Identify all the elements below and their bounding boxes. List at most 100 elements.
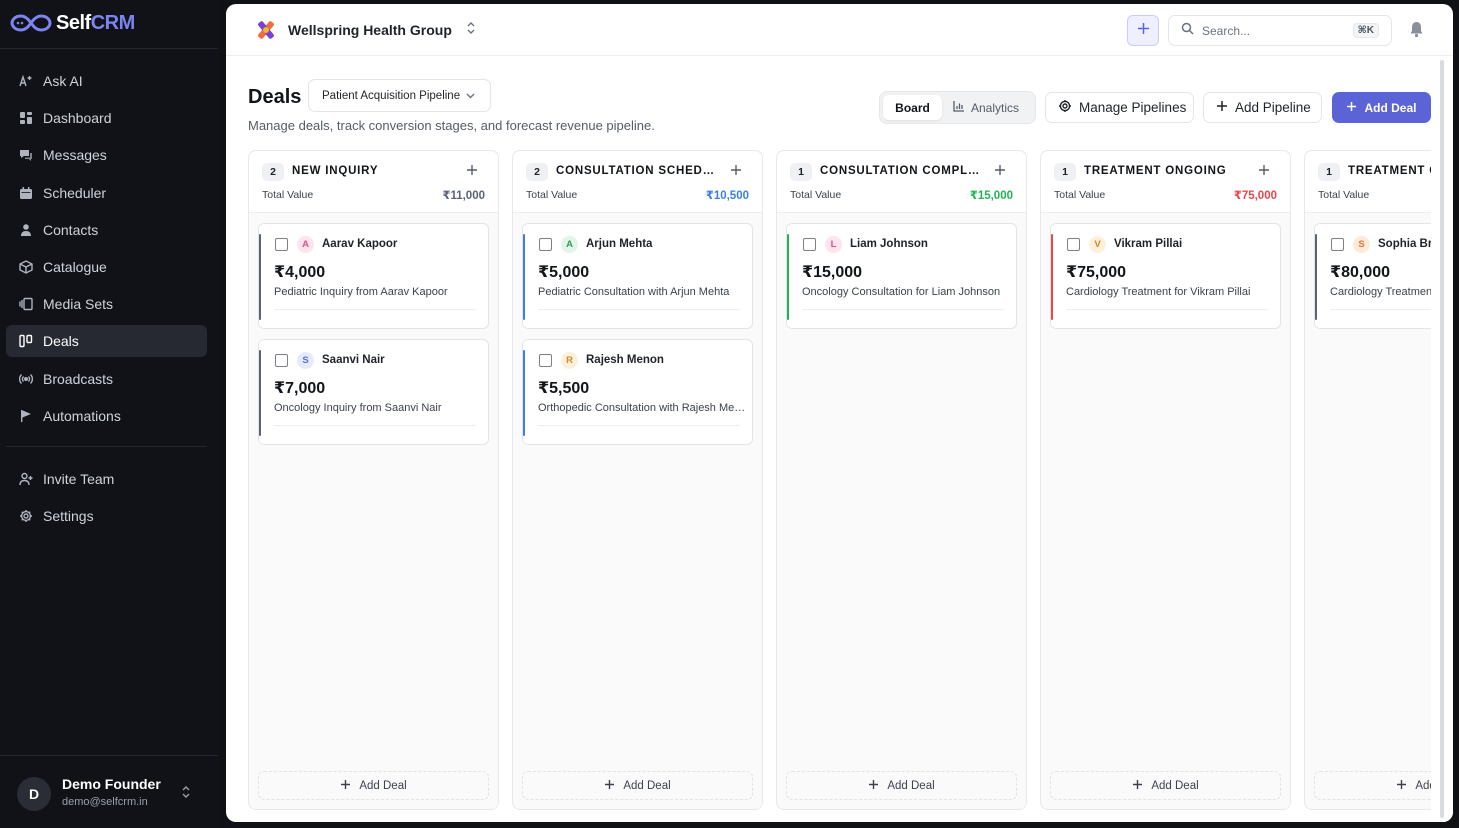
avatar: A [297, 236, 314, 253]
sidebar-item-media-sets[interactable]: Media Sets [6, 288, 207, 320]
column-header: 2 CONSULTATION SCHEDULED Total Value ₹10… [513, 151, 762, 213]
vertical-scrollbar[interactable] [1432, 56, 1453, 822]
add-deal-label: Add Deal [1151, 779, 1199, 792]
manage-pipelines-label: Manage Pipelines [1079, 100, 1187, 115]
quick-create-button[interactable] [1127, 15, 1159, 46]
sidebar-item-scheduler[interactable]: Scheduler [6, 177, 207, 209]
sidebar-item-catalogue[interactable]: Catalogue [6, 251, 207, 283]
sidebar-item-automations[interactable]: Automations [6, 400, 207, 432]
column-add-deal-button[interactable]: Add Deal [258, 771, 489, 800]
sidebar-item-messages[interactable]: Messages [6, 139, 207, 171]
avatar: R [561, 352, 578, 369]
deal-card[interactable]: L Liam Johnson ₹15,000 Oncology Consulta… [786, 223, 1017, 329]
sidebar-item-broadcasts[interactable]: Broadcasts [6, 363, 207, 395]
deal-amount: ₹75,000 [1066, 264, 1127, 281]
user-menu[interactable]: D Demo Founder demo@selfcrm.in [0, 755, 218, 828]
deal-card[interactable]: A Arjun Mehta ₹5,000 Pediatric Consultat… [522, 223, 753, 329]
manage-pipelines-button[interactable]: Manage Pipelines [1045, 92, 1194, 123]
stage-accent-bar [523, 234, 525, 320]
scrollbar-thumb[interactable] [1440, 60, 1444, 818]
sidebar-item-label: Dashboard [43, 110, 112, 127]
total-value: ₹10,500 [705, 190, 749, 202]
column-add-deal-button[interactable]: Add Deal [522, 771, 753, 800]
plus-icon [1132, 779, 1143, 793]
column-header: 1 CONSULTATION COMPLETED Total Value ₹15… [777, 151, 1026, 213]
plus-icon[interactable] [730, 163, 742, 181]
total-value: ₹75,000 [1233, 190, 1277, 202]
column-count-badge: 2 [526, 163, 548, 181]
total-value-label: Total Value [790, 189, 842, 201]
avatar: L [825, 236, 842, 253]
deal-checkbox[interactable] [275, 354, 288, 367]
brand-logo[interactable]: SelfCRM [10, 10, 135, 36]
deal-card[interactable]: V Vikram Pillai ₹75,000 Cardiology Treat… [1050, 223, 1281, 329]
sidebar-item-contacts[interactable]: Contacts [6, 214, 207, 246]
deal-card[interactable]: S Saanvi Nair ₹7,000 Oncology Inquiry fr… [258, 339, 489, 445]
deal-card[interactable]: A Aarav Kapoor ₹4,000 Pediatric Inquiry … [258, 223, 489, 329]
total-value-label: Total Value [1054, 189, 1106, 201]
deal-checkbox[interactable] [1331, 238, 1344, 251]
add-pipeline-label: Add Pipeline [1235, 100, 1311, 115]
gear-icon [1058, 99, 1072, 116]
search-input[interactable] [1202, 23, 1342, 38]
column-header: 1 TREATMENT ONGOING Total Value ₹75,000 [1041, 151, 1290, 213]
divider [274, 425, 476, 426]
org-logo-icon [258, 21, 274, 39]
deal-title: Pediatric Inquiry from Aarav Kapoor [274, 286, 448, 298]
deal-checkbox[interactable] [803, 238, 816, 251]
stage-accent-bar [259, 234, 261, 320]
sidebar-divider [6, 446, 207, 447]
plus-icon[interactable] [1258, 163, 1270, 181]
deal-title: Cardiology Treatment for Sophia Brown [1330, 286, 1431, 298]
sidebar-item-ask-ai[interactable]: Ask AI [6, 65, 207, 97]
kanban-board: 2 NEW INQUIRY Total Value ₹11,000 A Aara… [248, 150, 1431, 814]
divider [274, 309, 476, 310]
divider [802, 309, 1004, 310]
deal-checkbox[interactable] [539, 354, 552, 367]
deal-checkbox[interactable] [1067, 238, 1080, 251]
deal-card[interactable]: S Sophia Brown ₹80,000 Cardiology Treatm… [1314, 223, 1431, 329]
gallery-icon [18, 296, 34, 312]
sidebar-item-settings[interactable]: Settings [6, 500, 207, 532]
sidebar-item-label: Invite Team [43, 471, 115, 487]
org-switcher[interactable]: Wellspring Health Group [254, 18, 476, 42]
deal-card[interactable]: R Rajesh Menon ₹5,500 Orthopedic Consult… [522, 339, 753, 445]
avatar: S [297, 352, 314, 369]
pipeline-column: 2 NEW INQUIRY Total Value ₹11,000 A Aara… [248, 150, 499, 810]
column-count-badge: 2 [262, 163, 284, 181]
sidebar-item-dashboard[interactable]: Dashboard [6, 102, 207, 134]
total-value-label: Total Value [262, 189, 314, 201]
plus-icon[interactable] [466, 163, 478, 181]
package-box-icon [18, 259, 34, 275]
add-deal-button[interactable]: Add Deal [1332, 92, 1431, 123]
tab-board-label: Board [895, 100, 930, 115]
tab-board[interactable]: Board [883, 95, 942, 120]
page-title: Deals [248, 86, 302, 108]
contact-name: Aarav Kapoor [322, 238, 398, 250]
deal-amount: ₹80,000 [1330, 264, 1391, 281]
pipeline-select[interactable]: Patient Acquisition Pipeline [308, 79, 491, 112]
sidebar-item-deals[interactable]: Deals [6, 325, 207, 358]
deal-checkbox[interactable] [539, 238, 552, 251]
view-toggle: Board Analytics [879, 91, 1036, 124]
user-name: Demo Founder [62, 776, 161, 792]
column-add-deal-button[interactable]: Add Deal [1314, 771, 1431, 800]
sidebar-divider [0, 48, 218, 49]
brand-crm: CRM [90, 11, 136, 34]
main-panel: Wellspring Health Group ⌘K Deals Patient… [226, 4, 1453, 822]
bell-icon[interactable] [1409, 21, 1424, 43]
brand-name: SelfCRM [56, 12, 135, 35]
sidebar-item-invite-team[interactable]: Invite Team [6, 463, 207, 495]
column-title: CONSULTATION COMPLETED [820, 165, 982, 177]
search-box[interactable]: ⌘K [1168, 15, 1392, 46]
plus-icon[interactable] [994, 163, 1006, 181]
column-add-deal-button[interactable]: Add Deal [786, 771, 1017, 800]
pipeline-column: 1 TREATMENT COMPLETED Total Value S Soph… [1304, 150, 1431, 810]
deal-checkbox[interactable] [275, 238, 288, 251]
column-add-deal-button[interactable]: Add Deal [1050, 771, 1281, 800]
org-name: Wellspring Health Group [288, 22, 452, 38]
tab-analytics[interactable]: Analytics [942, 95, 1030, 120]
column-count-badge: 1 [790, 163, 812, 181]
add-pipeline-button[interactable]: Add Pipeline [1203, 92, 1322, 123]
pipeline-column: 2 CONSULTATION SCHEDULED Total Value ₹10… [512, 150, 763, 810]
